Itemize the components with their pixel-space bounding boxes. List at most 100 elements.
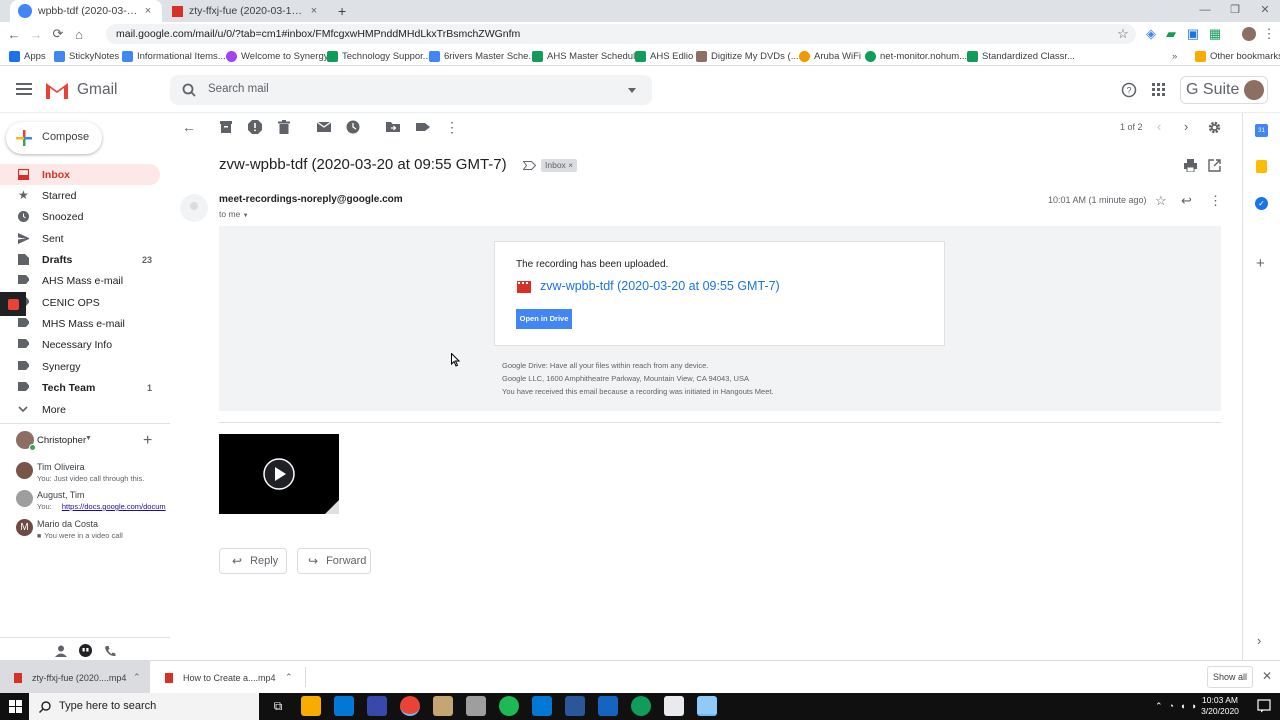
browser-tab[interactable]: zty-ffxj-fue (2020-03-19 at 16:0 × (164, 0, 328, 22)
status-dropdown-icon[interactable]: ▼ (85, 435, 92, 442)
open-new-window-icon[interactable] (1208, 159, 1221, 172)
search-options-icon[interactable] (628, 88, 636, 93)
apps-grid-icon[interactable] (1152, 83, 1165, 96)
other-bookmarks[interactable]: Other bookmarks (1195, 46, 1280, 66)
video-attachment-thumbnail[interactable] (219, 434, 339, 514)
sidebar-item-mhs-mass-email[interactable]: MHS Mass e-mail (0, 313, 160, 334)
app-icon[interactable] (664, 696, 684, 716)
forward-icon[interactable]: → (27, 25, 45, 43)
search-input[interactable]: Search mail (170, 75, 652, 105)
chat-item[interactable]: M Mario da Costa ■ You were in a video ca… (16, 519, 166, 541)
bookmarks-overflow-icon[interactable]: » (1172, 46, 1177, 66)
download-item[interactable]: zty-ffxj-fue (2020....mp4 ⌃ (0, 661, 150, 694)
chevron-up-icon[interactable]: ⌃ (285, 672, 293, 683)
compose-button[interactable]: Compose (6, 122, 102, 154)
recipient-details[interactable]: to me ▼ (219, 209, 249, 219)
address-bar[interactable]: mail.google.com/mail/u/0/?tab=cm1#inbox/… (106, 24, 1136, 44)
sidebar-item-drafts[interactable]: Drafts 23 (0, 249, 160, 270)
remove-label-icon[interactable]: × (568, 160, 573, 170)
extension-icon[interactable]: ▰ (1162, 25, 1180, 43)
app-icon[interactable] (532, 696, 552, 716)
settings-gear-icon[interactable] (1208, 121, 1221, 134)
app-icon[interactable] (367, 696, 387, 716)
sidebar-item-more[interactable]: More (0, 399, 160, 420)
minimize-icon[interactable]: — (1190, 0, 1220, 20)
phone-icon[interactable] (104, 645, 116, 657)
more-actions-icon[interactable]: ⋮ (445, 120, 459, 134)
sender-avatar[interactable] (180, 194, 208, 222)
home-icon[interactable]: ⌂ (70, 25, 88, 43)
snooze-clock-icon[interactable] (346, 120, 360, 134)
store-icon[interactable] (334, 696, 354, 716)
bookmark-item[interactable]: Informational Items... (122, 46, 226, 66)
star-icon[interactable]: ☆ (1155, 193, 1167, 209)
chat-snippet-link[interactable]: https://docs.google.com/docum (62, 502, 166, 511)
person-icon[interactable] (55, 645, 67, 657)
chat-user-name[interactable]: Christopher (37, 435, 86, 446)
extension-icon[interactable]: ▣ (1184, 25, 1202, 43)
keep-icon[interactable] (1256, 160, 1267, 173)
calendar-icon[interactable]: 31 (1255, 124, 1268, 137)
app-icon[interactable] (466, 696, 486, 716)
bookmark-item[interactable]: Standardized Classr... (967, 46, 1075, 66)
new-chat-plus-icon[interactable]: + (143, 432, 152, 450)
chat-item[interactable]: Tim Oliveira You: Just video call throug… (16, 462, 166, 484)
window-close-icon[interactable]: ✕ (1250, 0, 1280, 20)
spotify-icon[interactable] (499, 696, 519, 716)
bookmark-item[interactable]: AHS Edlio (635, 46, 693, 66)
windows-start-icon[interactable] (9, 700, 22, 713)
photos-icon[interactable] (697, 696, 717, 716)
open-in-drive-button[interactable]: Open in Drive (516, 309, 572, 329)
sidebar-item-sent[interactable]: Sent (0, 228, 160, 249)
new-tab-button[interactable]: + (330, 0, 350, 22)
show-all-button[interactable]: Show all (1207, 666, 1253, 688)
sidebar-item-necessary-info[interactable]: Necessary Info (0, 334, 160, 355)
taskbar-search-input[interactable]: Type here to search (29, 693, 259, 720)
sidebar-item-starred[interactable]: ★ Starred (0, 185, 160, 206)
newer-chevron-icon[interactable]: ‹ (1157, 119, 1161, 134)
bookmark-item[interactable]: Technology Suppor... (327, 46, 431, 66)
app-icon[interactable] (433, 696, 453, 716)
notifications-icon[interactable] (1257, 699, 1271, 713)
tab-close-icon[interactable]: × (142, 5, 154, 17)
menu-icon[interactable]: ⋮ (1260, 25, 1278, 43)
bookmark-item[interactable]: net-monitor.nohum... (865, 46, 967, 66)
gsuite-account-chip[interactable]: G Suite (1180, 76, 1268, 104)
sidebar-item-synergy[interactable]: Synergy (0, 356, 160, 377)
chevron-up-icon[interactable]: ⌃ (133, 672, 141, 683)
tab-close-icon[interactable]: × (308, 5, 320, 17)
sidebar-item-ahs-mass-email[interactable]: AHS Mass e-mail (0, 270, 160, 291)
delete-icon[interactable] (277, 120, 291, 134)
file-explorer-icon[interactable] (301, 696, 321, 716)
sidebar-item-tech-team[interactable]: Tech Team 1 (0, 377, 160, 398)
show-side-panel-chevron-icon[interactable]: › (1257, 633, 1261, 648)
bookmark-item[interactable]: 6rivers Master Sche... (429, 46, 536, 66)
mark-unread-icon[interactable] (317, 120, 331, 134)
extension-icon[interactable]: ▦ (1206, 25, 1224, 43)
inbox-label-chip[interactable]: Inbox × (541, 159, 578, 172)
help-icon[interactable]: ? (1121, 82, 1137, 98)
bookmark-item[interactable]: AHS Master Schedule (532, 46, 640, 66)
sender-email[interactable]: meet-recordings-noreply@google.com (219, 194, 403, 205)
browser-tab-active[interactable]: wpbb-tdf (2020-03-20 at 09: × (10, 0, 162, 22)
more-options-icon[interactable]: ⋮ (1209, 193, 1222, 209)
older-chevron-icon[interactable]: › (1184, 119, 1188, 134)
bookmark-item[interactable]: Aruba WiFi (799, 46, 861, 66)
chat-item[interactable]: August, Tim You: https://docs.google.com… (16, 490, 166, 512)
app-icon[interactable] (598, 696, 618, 716)
reply-button[interactable]: ↩ Reply (219, 548, 287, 574)
task-view-icon[interactable]: ⧉ (268, 696, 288, 716)
bookmark-apps[interactable]: Apps (9, 46, 46, 66)
hangouts-icon[interactable] (79, 644, 92, 657)
back-to-inbox-icon[interactable]: ← (182, 120, 196, 134)
reload-icon[interactable]: ⟳ (49, 25, 67, 43)
profile-avatar[interactable] (1240, 25, 1258, 43)
tasks-icon[interactable]: ✓ (1255, 197, 1268, 210)
get-addons-plus-icon[interactable]: + (1256, 255, 1265, 272)
back-icon[interactable]: ← (5, 25, 23, 43)
reply-icon[interactable]: ↩ (1181, 193, 1192, 209)
importance-marker-icon[interactable] (523, 161, 536, 170)
sidebar-item-snoozed[interactable]: Snoozed (0, 206, 160, 227)
label-icon[interactable] (416, 120, 430, 134)
download-item[interactable]: How to Create a....mp4 ⌃ (155, 661, 305, 694)
